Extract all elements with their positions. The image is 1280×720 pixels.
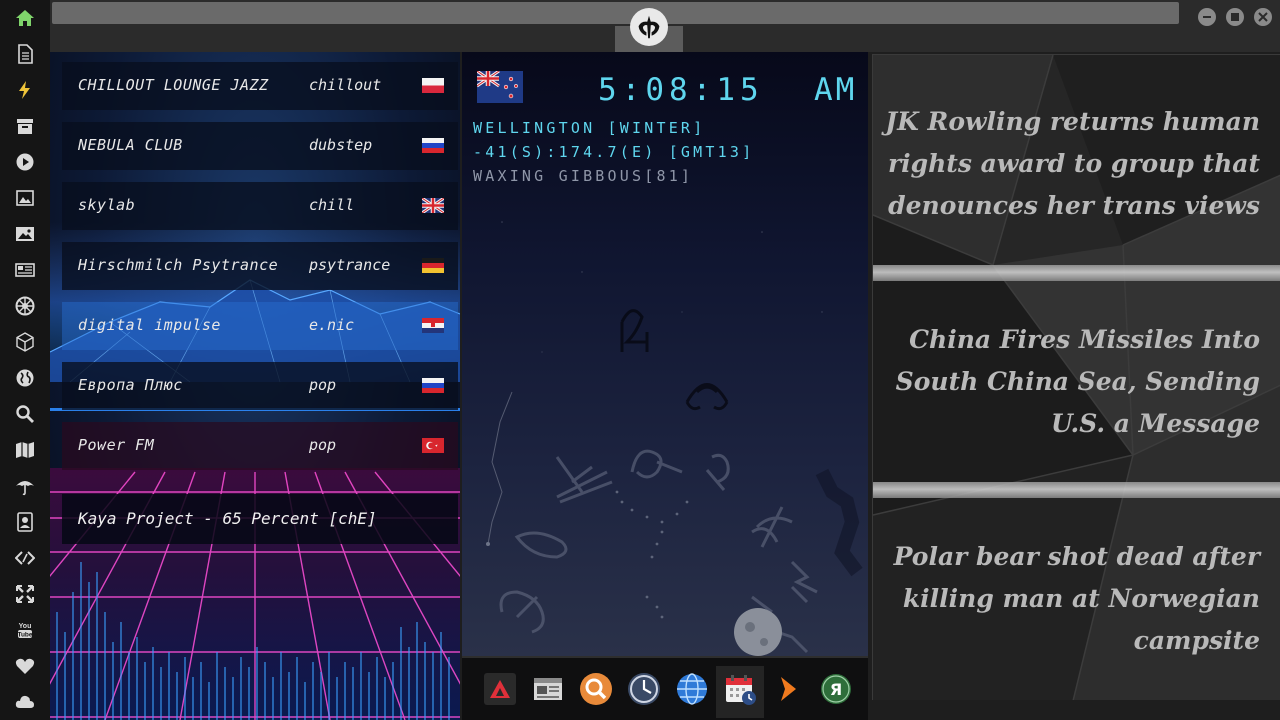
station-genre: psytrance: [309, 256, 391, 274]
station-name: digital impulse: [78, 316, 221, 334]
station-row[interactable]: Power FM pop: [62, 422, 458, 470]
maximize-button[interactable]: [1226, 8, 1244, 26]
poland-flag-icon: [422, 78, 444, 93]
lightning-icon[interactable]: [13, 78, 37, 102]
cloud-icon[interactable]: [13, 690, 37, 714]
home-icon[interactable]: [13, 6, 37, 30]
red-triangle-app-icon[interactable]: [482, 670, 518, 708]
newspaper-icon[interactable]: [13, 258, 37, 282]
contact-card-icon[interactable]: [13, 510, 37, 534]
image-icon[interactable]: [13, 222, 37, 246]
moon-phase: WAXING GIBBOUS[81]: [473, 167, 694, 185]
turkey-flag-icon: [422, 438, 444, 453]
clock-time: 5:08:15: [598, 72, 764, 108]
play-arrow-app-icon[interactable]: [770, 670, 806, 708]
station-name: CHILLOUT LOUNGE JAZZ: [78, 76, 269, 94]
sidebar: You Tube: [0, 0, 50, 720]
archive-icon[interactable]: [13, 114, 37, 138]
news-divider: [873, 265, 1280, 281]
svg-text:You: You: [19, 623, 32, 630]
news-panel: JK Rowling returns human rights award to…: [872, 54, 1280, 700]
yandex-app-icon[interactable]: Я: [818, 670, 854, 708]
germany-flag-icon: [422, 258, 444, 273]
station-row[interactable]: NEBULA CLUB dubstep: [62, 122, 458, 170]
clock-app-icon[interactable]: [626, 670, 662, 708]
station-name: skylab: [78, 196, 136, 214]
youtube-icon[interactable]: You Tube: [13, 618, 37, 642]
station-row[interactable]: Европа Плюс pop: [62, 362, 458, 410]
address-bar[interactable]: [52, 2, 1179, 24]
clock-city: WELLINGTON [WINTER]: [473, 119, 706, 137]
station-name: Power FM: [78, 436, 155, 454]
heart-icon[interactable]: [13, 654, 37, 678]
expand-icon[interactable]: [13, 582, 37, 606]
russia-flag-icon: [422, 138, 444, 153]
radio-panel: CHILLOUT LOUNGE JAZZ chillout NEBULA CLU…: [50, 52, 460, 720]
station-row[interactable]: Hirschmilch Psytrance psytrance: [62, 242, 458, 290]
station-name: NEBULA CLUB: [78, 136, 183, 154]
empire-icon[interactable]: [13, 294, 37, 318]
croatia-flag-icon: [422, 318, 444, 333]
now-playing-title: Kaya Project - 65 Percent [chE]: [78, 509, 377, 528]
station-genre: pop: [309, 376, 337, 394]
station-row-active[interactable]: digital impulse e.nic: [62, 302, 458, 350]
station-name: Hirschmilch Psytrance: [78, 256, 279, 274]
news-headline[interactable]: China Fires Missiles Into South China Se…: [873, 319, 1260, 445]
top-bar: [50, 0, 1280, 52]
station-genre: chillout: [309, 76, 382, 94]
minimize-button[interactable]: [1198, 8, 1216, 26]
news-headline[interactable]: Polar bear shot dead after killing man a…: [873, 536, 1260, 662]
new-zealand-flag-icon: [477, 71, 523, 103]
station-name: Европа Плюс: [78, 376, 183, 394]
cube-icon[interactable]: [13, 330, 37, 354]
globe-icon[interactable]: [13, 366, 37, 390]
calendar-news-icon[interactable]: [530, 670, 566, 708]
station-genre: dubstep: [309, 136, 373, 154]
station-row[interactable]: CHILLOUT LOUNGE JAZZ chillout: [62, 62, 458, 110]
news-headline[interactable]: JK Rowling returns human rights award to…: [873, 101, 1260, 227]
photo-frame-icon[interactable]: [13, 186, 37, 210]
now-playing-bar[interactable]: Kaya Project - 65 Percent [chE]: [62, 494, 458, 544]
code-icon[interactable]: [13, 546, 37, 570]
document-icon[interactable]: [13, 42, 37, 66]
map-icon[interactable]: [13, 438, 37, 462]
uk-flag-icon: [422, 198, 444, 213]
calendar-clock-app-icon[interactable]: [722, 670, 758, 708]
clock-ampm: AM: [814, 72, 858, 108]
search-icon[interactable]: [13, 402, 37, 426]
app-dock: Я: [462, 656, 868, 720]
globe-app-icon[interactable]: [674, 670, 710, 708]
station-row[interactable]: skylab chill: [62, 182, 458, 230]
svg-text:Я: Я: [830, 680, 842, 699]
play-circle-icon[interactable]: [13, 150, 37, 174]
close-button[interactable]: [1254, 8, 1272, 26]
clock-panel: 5:08:15 AM WELLINGTON [WINTER] -41(S):17…: [462, 52, 868, 656]
desktop: You Tube CHILLOUT LOUNGE JAZZ chillout N…: [0, 0, 1280, 720]
station-genre: e.nic: [309, 316, 355, 334]
station-genre: pop: [309, 436, 337, 454]
umbrella-icon[interactable]: [13, 474, 37, 498]
russia-flag-icon: [422, 378, 444, 393]
news-divider: [873, 482, 1280, 498]
station-genre: chill: [309, 196, 355, 214]
svg-text:Tube: Tube: [17, 632, 32, 639]
clock-coordinates: -41(S):174.7(E) [GMT13]: [473, 143, 755, 161]
rebel-alliance-icon[interactable]: [630, 8, 668, 46]
magnifier-app-icon[interactable]: [578, 670, 614, 708]
